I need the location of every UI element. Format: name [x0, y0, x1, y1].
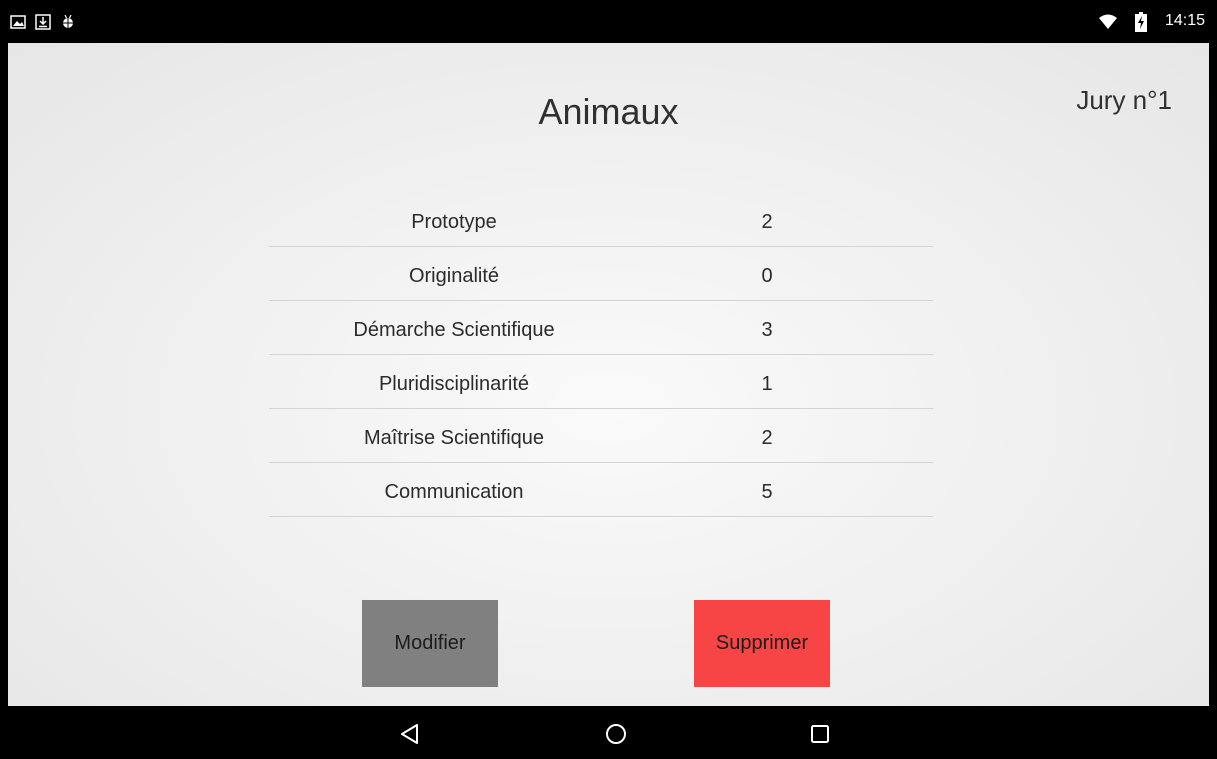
criterion-name: Prototype: [411, 211, 497, 233]
criterion-score: 1: [761, 373, 773, 395]
recents-icon[interactable]: [808, 722, 832, 746]
criterion-name: Communication: [384, 481, 524, 503]
criterion-name: Originalité: [408, 265, 500, 287]
page-title: Animaux: [538, 91, 679, 132]
navigation-bar: [0, 706, 1217, 759]
back-icon[interactable]: [398, 722, 422, 746]
status-bar: 14:15: [0, 0, 1217, 43]
table-row: Pluridisciplinarité 1: [269, 355, 933, 409]
table-row: Communication 5: [269, 463, 933, 517]
jury-label: Jury n°1: [1076, 85, 1172, 115]
download-notification-icon: [35, 14, 51, 30]
screen: 14:15 Animaux Jury n°1 Prototype 2 Origi…: [0, 0, 1217, 759]
image-notification-icon: [10, 14, 26, 30]
criterion-score: 3: [761, 319, 773, 341]
table-row: Originalité 0: [269, 247, 933, 301]
criterion-score: 2: [761, 427, 773, 449]
modify-button[interactable]: Modifier: [362, 600, 498, 687]
home-icon[interactable]: [604, 722, 628, 746]
status-time: 14:15: [1164, 12, 1205, 29]
android-debug-icon: [60, 14, 76, 30]
table-row: Prototype 2: [269, 193, 933, 247]
wifi-icon: [1099, 14, 1117, 35]
delete-button[interactable]: Supprimer: [694, 600, 830, 687]
criterion-name: Démarche Scientifique: [353, 319, 555, 341]
criterion-score: 2: [761, 211, 773, 233]
table-row: Maîtrise Scientifique 2: [269, 409, 933, 463]
table-row: Démarche Scientifique 3: [269, 301, 933, 355]
criterion-score: 5: [761, 481, 773, 503]
score-table: Prototype 2 Originalité 0 Démarche Scien…: [269, 193, 933, 517]
battery-charging-icon: [1135, 12, 1147, 37]
criterion-name: Pluridisciplinarité: [378, 373, 530, 395]
criterion-name: Maîtrise Scientifique: [363, 427, 545, 449]
criterion-score: 0: [761, 265, 773, 287]
main-content: Animaux Jury n°1 Prototype 2 Originalité…: [8, 43, 1209, 706]
